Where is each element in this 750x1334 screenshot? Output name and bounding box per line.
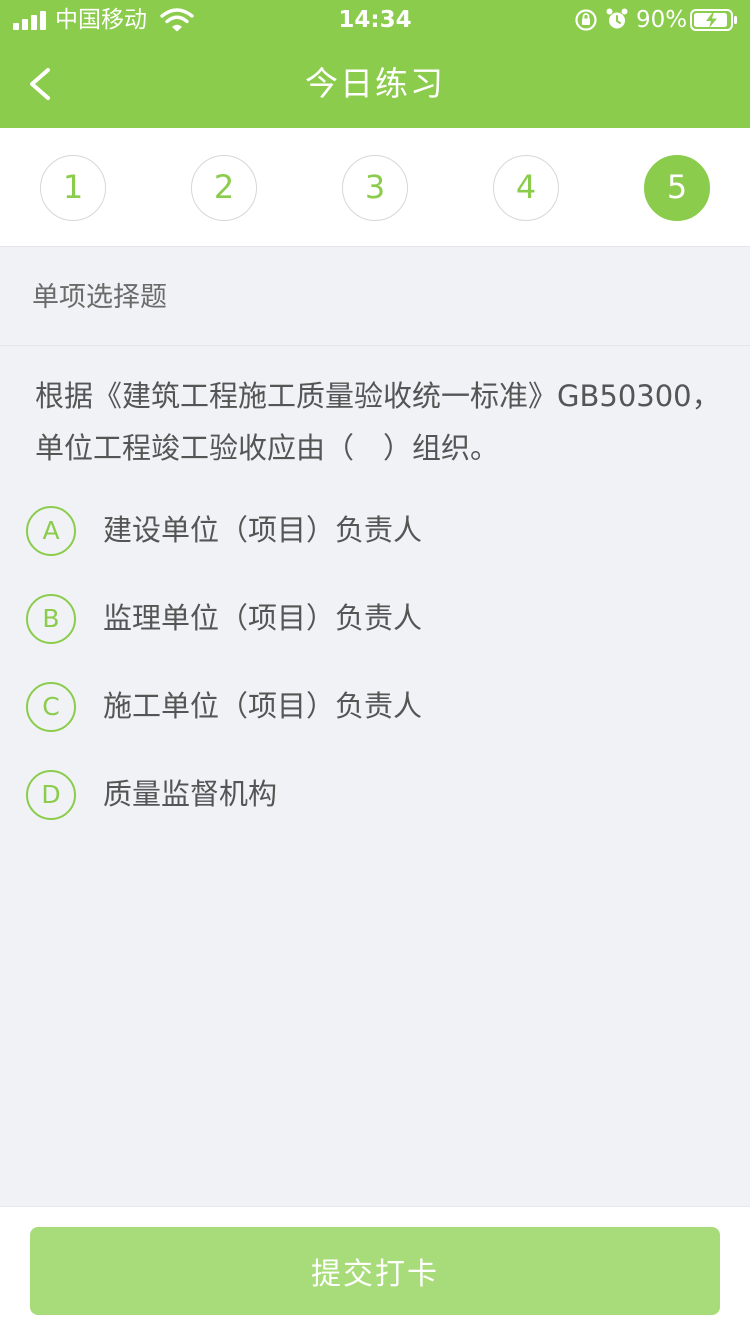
rotation-lock-icon bbox=[575, 9, 597, 31]
footer-bar: 提交打卡 bbox=[0, 1206, 750, 1334]
option-letter-badge: C bbox=[26, 682, 76, 732]
option-text: 施工单位（项目）负责人 bbox=[103, 689, 423, 723]
question-index-1[interactable]: 1 bbox=[40, 155, 106, 221]
question-index-bar: 1 2 3 4 5 bbox=[0, 128, 750, 247]
answer-option-c[interactable]: C 施工单位（项目）负责人 bbox=[26, 680, 726, 734]
question-index-2[interactable]: 2 bbox=[191, 155, 257, 221]
answer-option-a[interactable]: A 建设单位（项目）负责人 bbox=[26, 504, 726, 558]
question-index-4[interactable]: 4 bbox=[493, 155, 559, 221]
answer-option-d[interactable]: D 质量监督机构 bbox=[26, 768, 726, 822]
question-type-header: 单项选择题 bbox=[0, 248, 750, 346]
question-stem-line-2: 单位工程竣工验收应由（ ）组织。 bbox=[35, 431, 500, 465]
question-stem-line-1: 根据《建筑工程施工质量验收统一标准》GB50300， bbox=[35, 379, 721, 413]
submit-checkin-button[interactable]: 提交打卡 bbox=[30, 1227, 720, 1315]
answer-option-b[interactable]: B 监理单位（项目）负责人 bbox=[26, 592, 726, 646]
option-text: 质量监督机构 bbox=[103, 777, 278, 811]
question-stem: 根据《建筑工程施工质量验收统一标准》GB50300， 单位工程竣工验收应由（ ）… bbox=[35, 370, 725, 474]
battery-charging-icon bbox=[690, 9, 737, 31]
option-letter-badge: A bbox=[26, 506, 76, 556]
option-letter-badge: B bbox=[26, 594, 76, 644]
option-text: 监理单位（项目）负责人 bbox=[103, 601, 423, 635]
app-header: 中国移动 14:34 90% 今日练习 bbox=[0, 0, 750, 128]
question-index-5-current[interactable]: 5 bbox=[644, 155, 710, 221]
option-letter-badge: D bbox=[26, 770, 76, 820]
question-type-label: 单项选择题 bbox=[32, 282, 167, 313]
battery-percent: 90% bbox=[636, 7, 688, 33]
option-text: 建设单位（项目）负责人 bbox=[103, 513, 423, 547]
page-title: 今日练习 bbox=[305, 64, 445, 103]
alarm-icon bbox=[606, 8, 628, 29]
question-index-3[interactable]: 3 bbox=[342, 155, 408, 221]
status-bar: 中国移动 14:34 90% bbox=[0, 0, 750, 40]
screen: 中国移动 14:34 90% 今日练习 1 2 3 4 5 单项选择题 根据《建… bbox=[0, 0, 750, 1334]
